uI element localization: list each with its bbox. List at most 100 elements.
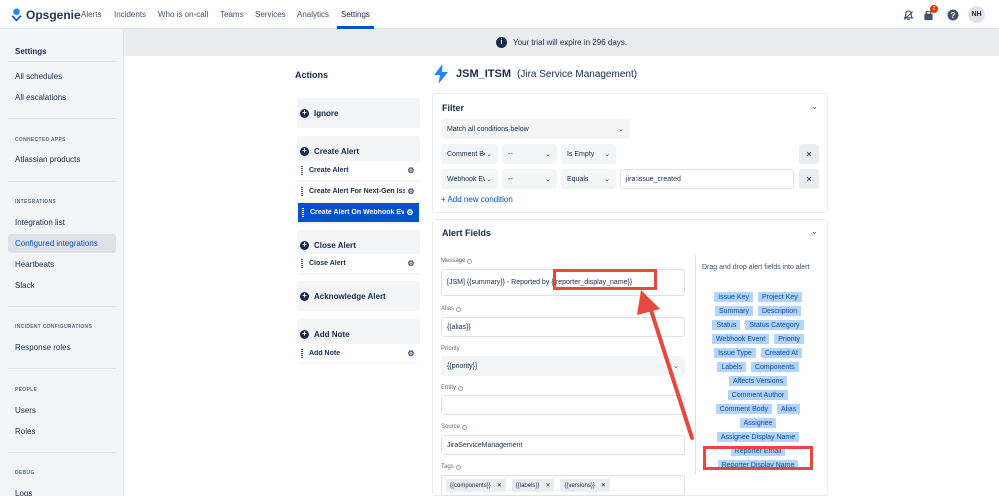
drag-handle-icon[interactable] — [301, 349, 303, 358]
close-icon[interactable]: ✕ — [497, 482, 502, 489]
alert-field-chip[interactable]: Comment Author — [727, 390, 789, 400]
alias-input[interactable]: {{alias}} — [441, 317, 685, 337]
message-label-text: Message — [441, 258, 466, 264]
nav-analytics[interactable]: Analytics — [297, 10, 329, 19]
gear-icon[interactable]: ⚙ — [405, 187, 417, 196]
alert-field-chip[interactable]: Alias — [777, 404, 801, 414]
condition-not-select[interactable]: -- ⌄ — [502, 144, 557, 164]
nav-alerts[interactable]: Alerts — [81, 10, 101, 19]
highlight-reporter-chip — [703, 446, 813, 470]
source-input[interactable]: JiraServiceManagement — [441, 435, 685, 455]
sidebar-item-configured-integrations[interactable]: Configured integrations — [8, 234, 116, 253]
condition-field-select[interactable]: Webhook Event⌄ — [441, 169, 498, 189]
sidebar-item-atlassian-products[interactable]: Atlassian products — [8, 150, 116, 169]
drag-help-text: Drag and drop alert fields into alert — [702, 264, 810, 271]
condition-not-select[interactable]: -- ⌄ — [502, 169, 557, 189]
sidebar-item-roles[interactable]: Roles — [8, 422, 116, 441]
add-condition-link[interactable]: + Add new condition — [441, 195, 513, 204]
remove-condition-button[interactable]: ✕ — [799, 144, 819, 164]
condition-operator-select[interactable]: Is Empty ⌄ — [561, 144, 616, 164]
drag-handle-icon[interactable] — [301, 259, 303, 268]
nav-who-is-on-call[interactable]: Who is on-call — [158, 10, 208, 19]
chevron-down-icon: ⌄ — [486, 176, 492, 183]
alert-field-chip[interactable]: Affects Versions — [728, 376, 788, 386]
drag-handle-icon[interactable] — [301, 187, 303, 196]
gear-icon[interactable]: ⚙ — [405, 349, 417, 358]
chevron-down-icon[interactable]: ⌄ — [811, 227, 818, 236]
alert-field-chip[interactable]: Summary — [715, 306, 753, 316]
svg-text:?: ? — [951, 11, 956, 20]
entity-input[interactable] — [441, 395, 685, 415]
priority-value: {{priority}} — [447, 362, 478, 370]
action-row-create-alert-next-gen[interactable]: Create Alert For Next-Gen Issues ⚙ — [297, 182, 420, 201]
sidebar-item-heartbeats[interactable]: Heartbeats — [8, 255, 116, 274]
sidebar-item-integration-list[interactable]: Integration list — [8, 213, 116, 232]
help-icon[interactable]: ? — [947, 9, 959, 21]
condition-not-value: -- — [508, 150, 513, 158]
sidebar-item-response-roles[interactable]: Response roles — [8, 338, 116, 357]
remove-condition-button[interactable]: ✕ — [799, 169, 819, 189]
action-row-create-alert[interactable]: Create Alert ⚙ — [297, 161, 420, 180]
drag-handle-icon[interactable] — [302, 208, 304, 217]
close-icon[interactable]: ✕ — [601, 482, 606, 489]
section-debug: DEBUG — [15, 470, 35, 476]
gear-icon[interactable]: ⚙ — [405, 259, 417, 268]
action-row-create-alert-webhook[interactable]: Create Alert On Webhook Events ⚙ — [298, 203, 419, 222]
notification-settings-icon[interactable] — [902, 9, 914, 21]
plus-icon: + — [300, 291, 309, 301]
alert-field-chip[interactable]: Project Key — [757, 292, 802, 302]
sidebar-divider — [8, 368, 116, 369]
action-row-close-alert[interactable]: Close Alert ⚙ — [297, 254, 420, 273]
tag-label: {{labels}} — [515, 482, 540, 489]
tags-input[interactable]: {{components}} ✕ {{labels}} ✕ {{versions}}… — [441, 475, 685, 496]
sidebar-item-logs[interactable]: Logs — [8, 484, 116, 496]
opsgenie-logo[interactable]: Opsgenie — [11, 7, 81, 22]
drag-handle-icon[interactable] — [301, 166, 303, 175]
chevron-down-icon: ⌄ — [673, 363, 679, 370]
condition-value-input[interactable]: jira:issue_created — [620, 169, 794, 189]
condition-field-select[interactable]: Comment Body⌄ — [441, 144, 498, 164]
sidebar-item-slack[interactable]: Slack — [8, 276, 116, 295]
alert-field-chip[interactable]: Description — [757, 306, 801, 316]
action-group-acknowledge-alert[interactable]: + Acknowledge Alert — [297, 281, 420, 311]
nav-teams[interactable]: Teams — [220, 10, 244, 19]
alert-field-chip[interactable]: Status — [712, 320, 741, 330]
sidebar-item-users[interactable]: Users — [8, 401, 116, 420]
alert-field-chip[interactable]: Created At — [760, 348, 802, 358]
alert-field-chip[interactable]: Assignee Display Name — [716, 432, 800, 442]
user-avatar[interactable]: NH — [968, 6, 985, 23]
nav-services[interactable]: Services — [255, 10, 286, 19]
alert-field-chip[interactable]: Status Category — [745, 320, 804, 330]
action-group-label: Acknowledge Alert — [314, 291, 386, 301]
sidebar-item-all-schedules[interactable]: All schedules — [8, 67, 116, 86]
chevron-down-icon[interactable]: ⌄ — [811, 102, 818, 111]
action-group-label: Close Alert — [314, 240, 356, 250]
nav-incidents[interactable]: Incidents — [114, 10, 146, 19]
app-name: Opsgenie — [26, 7, 81, 22]
trial-message: Your trial will expire in 296 days. — [513, 38, 627, 47]
message-label: Message — [441, 258, 473, 264]
nav-settings[interactable]: Settings — [341, 10, 370, 19]
action-row-add-note[interactable]: Add Note ⚙ — [297, 344, 420, 363]
plus-icon: + — [300, 146, 309, 156]
actions-title: Actions — [295, 70, 329, 80]
alert-field-chip[interactable]: Issue Key — [714, 292, 753, 302]
priority-select[interactable]: {{priority}} ⌄ — [441, 356, 685, 376]
close-icon[interactable]: ✕ — [545, 482, 550, 489]
alert-field-chip[interactable]: Assignee — [739, 418, 777, 428]
alert-field-chip[interactable]: Priority — [774, 334, 805, 344]
alert-field-chip[interactable]: Labels — [717, 362, 746, 372]
settings-sidebar: Settings All schedules All escalations C… — [0, 29, 124, 496]
alert-field-chip[interactable]: Components — [750, 362, 799, 372]
alert-field-chip[interactable]: Issue Type — [714, 348, 756, 358]
sidebar-item-all-escalations[interactable]: All escalations — [8, 88, 116, 107]
alert-field-chip[interactable]: Webhook Event — [711, 334, 770, 344]
action-group-ignore[interactable]: + Ignore — [297, 98, 420, 128]
alert-field-chip[interactable]: Comment Body — [715, 404, 773, 414]
condition-operator-select[interactable]: Equals ⌄ — [561, 169, 616, 189]
gear-icon[interactable]: ⚙ — [404, 208, 416, 217]
match-conditions-select[interactable]: Match all conditions below ⌄ — [441, 119, 630, 139]
priority-label: Priority — [441, 346, 460, 352]
chevron-down-icon: ⌄ — [486, 151, 492, 158]
gear-icon[interactable]: ⚙ — [405, 166, 417, 175]
